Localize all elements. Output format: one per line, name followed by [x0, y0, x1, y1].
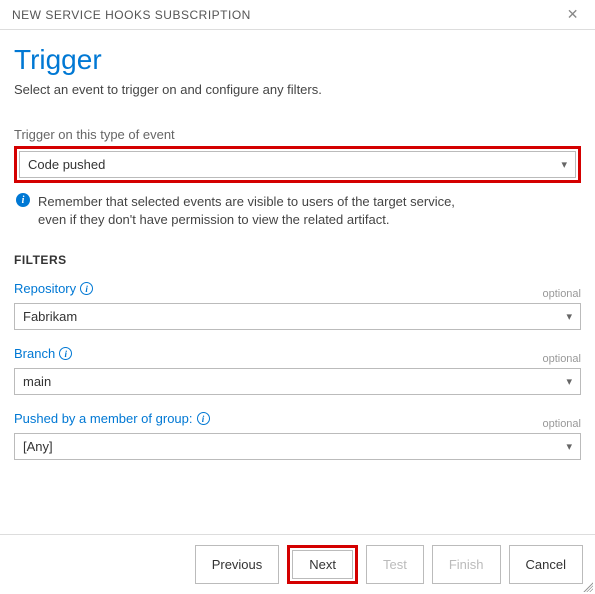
event-type-label: Trigger on this type of event	[14, 127, 581, 142]
window-title: NEW SERVICE HOOKS SUBSCRIPTION	[12, 8, 251, 22]
filter-repository: Repository i optional Fabrikam ▾	[14, 281, 581, 330]
resize-grip-icon[interactable]	[581, 580, 593, 592]
optional-tag: optional	[542, 288, 581, 300]
page-title: Trigger	[14, 44, 581, 76]
branch-value: main	[23, 374, 51, 389]
event-type-select[interactable]: Code pushed ▾	[19, 151, 576, 178]
group-label: Pushed by a member of group: i	[14, 411, 210, 426]
info-icon[interactable]: i	[197, 412, 210, 425]
info-icon[interactable]: i	[59, 347, 72, 360]
chevron-down-icon: ▾	[561, 158, 567, 171]
optional-tag: optional	[542, 418, 581, 430]
chevron-down-icon: ▾	[566, 375, 572, 388]
test-button: Test	[366, 545, 424, 584]
info-text: Remember that selected events are visibl…	[38, 193, 458, 229]
finish-button: Finish	[432, 545, 501, 584]
filter-branch: Branch i optional main ▾	[14, 346, 581, 395]
chevron-down-icon: ▾	[566, 310, 572, 323]
previous-button[interactable]: Previous	[195, 545, 280, 584]
page-subtitle: Select an event to trigger on and config…	[14, 82, 581, 97]
repository-label: Repository i	[14, 281, 93, 296]
next-button-highlight: Next	[287, 545, 358, 584]
group-value: [Any]	[23, 439, 53, 454]
titlebar: NEW SERVICE HOOKS SUBSCRIPTION ✕	[0, 0, 595, 30]
info-note: i Remember that selected events are visi…	[16, 193, 579, 229]
event-type-highlight: Code pushed ▾	[14, 146, 581, 183]
filter-group: Pushed by a member of group: i optional …	[14, 411, 581, 460]
repository-value: Fabrikam	[23, 309, 77, 324]
close-icon[interactable]: ✕	[563, 6, 583, 23]
dialog-footer: Previous Next Test Finish Cancel	[0, 534, 595, 594]
info-icon: i	[16, 193, 30, 207]
group-select[interactable]: [Any] ▾	[14, 433, 581, 460]
chevron-down-icon: ▾	[566, 440, 572, 453]
branch-select[interactable]: main ▾	[14, 368, 581, 395]
branch-label: Branch i	[14, 346, 72, 361]
repository-select[interactable]: Fabrikam ▾	[14, 303, 581, 330]
dialog-content: Trigger Select an event to trigger on an…	[0, 30, 595, 460]
info-icon[interactable]: i	[80, 282, 93, 295]
cancel-button[interactable]: Cancel	[509, 545, 583, 584]
filters-header: FILTERS	[14, 253, 581, 267]
optional-tag: optional	[542, 353, 581, 365]
next-button[interactable]: Next	[292, 550, 353, 579]
event-type-value: Code pushed	[28, 157, 105, 172]
